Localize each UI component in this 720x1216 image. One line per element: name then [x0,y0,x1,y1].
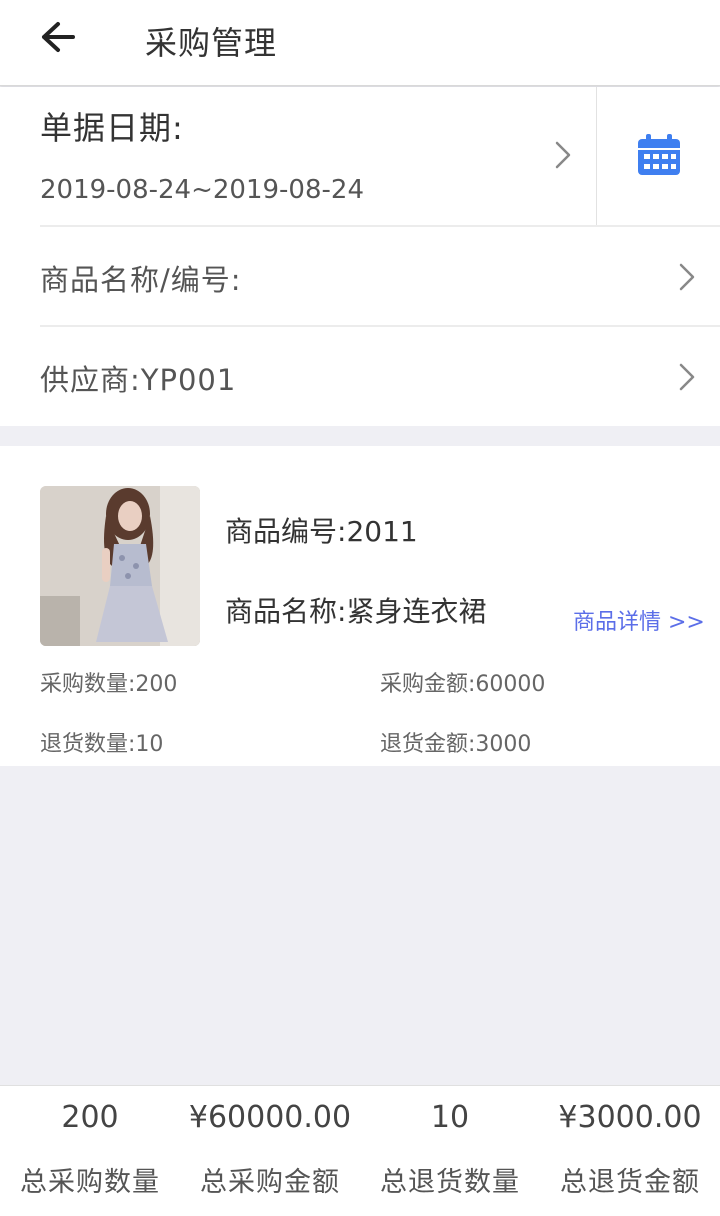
summary-value: ¥3000.00 [558,1100,702,1135]
product-detail-link[interactable]: 商品详情 >> [573,604,705,636]
summary-total-return-amount: ¥3000.00 总退货金额 [540,1086,720,1216]
product-image [40,486,200,646]
purchase-amount-value: 60000 [475,672,546,697]
summary-total-purchase-qty: 200 总采购数量 [0,1086,180,1216]
summary-total-return-qty: 10 总退货数量 [360,1086,540,1216]
summary-value: 10 [430,1100,470,1135]
supplier-filter-text: 供应商:YP001 [40,357,236,399]
purchase-qty: 采购数量:200 [40,666,177,698]
calendar-button[interactable] [597,87,720,225]
return-qty: 退货数量:10 [40,726,163,758]
supplier-filter-row[interactable]: 供应商:YP001 [0,327,720,425]
supplier-label: 供应商: [40,363,141,397]
chevron-right-icon [679,263,695,291]
product-name-value: 紧身连衣裙 [346,595,487,628]
purchase-qty-label: 采购数量: [40,672,136,697]
date-range-value: 2019-08-24~2019-08-24 [40,175,364,205]
date-label: 单据日期: [40,109,184,147]
product-code: 商品编号:2011 [225,510,418,550]
page-title: 采购管理 [145,24,278,62]
return-amount-label: 退货金额: [380,732,476,757]
product-code-label: 商品编号: [225,515,347,548]
summary-bar: 200 总采购数量 ¥60000.00 总采购金额 10 总退货数量 ¥3000… [0,1085,720,1216]
summary-label: 总退货金额 [560,1167,700,1198]
purchase-amount: 采购金额:60000 [380,666,545,698]
chevron-right-icon [679,363,695,391]
filter-panel: 单据日期: 2019-08-24~2019-08-24 商品名称/编号: 供应商… [0,87,720,426]
product-card[interactable]: 商品编号:2011 商品名称:紧身连衣裙 商品详情 >> 采购数量:200 采购… [0,446,720,766]
product-name-label: 商品名称: [225,595,347,628]
purchase-amount-label: 采购金额: [380,672,476,697]
app-root: 采购管理 单据日期: 2019-08-24~2019-08-24 商品名称/编号… [0,0,720,1216]
summary-label: 总采购数量 [20,1167,160,1198]
chevron-right-icon [555,141,571,169]
summary-value: 200 [61,1100,119,1135]
summary-label: 总退货数量 [380,1167,520,1198]
arrow-left-icon [42,22,75,52]
back-button[interactable] [30,14,82,60]
summary-total-purchase-amount: ¥60000.00 总采购金额 [180,1086,360,1216]
supplier-value: YP001 [140,363,237,397]
purchase-qty-value: 200 [135,672,178,697]
product-code-value: 2011 [346,515,418,548]
product-name: 商品名称:紧身连衣裙 [225,590,486,630]
summary-label: 总采购金额 [200,1167,340,1198]
summary-value: ¥60000.00 [188,1100,352,1135]
calendar-icon [638,134,680,175]
return-qty-value: 10 [135,732,164,757]
return-amount: 退货金额:3000 [380,726,531,758]
product-filter-label: 商品名称/编号: [40,263,242,297]
return-qty-label: 退货数量: [40,732,136,757]
app-header: 采购管理 [0,0,720,86]
return-amount-value: 3000 [475,732,532,757]
product-filter-row[interactable]: 商品名称/编号: [0,227,720,325]
